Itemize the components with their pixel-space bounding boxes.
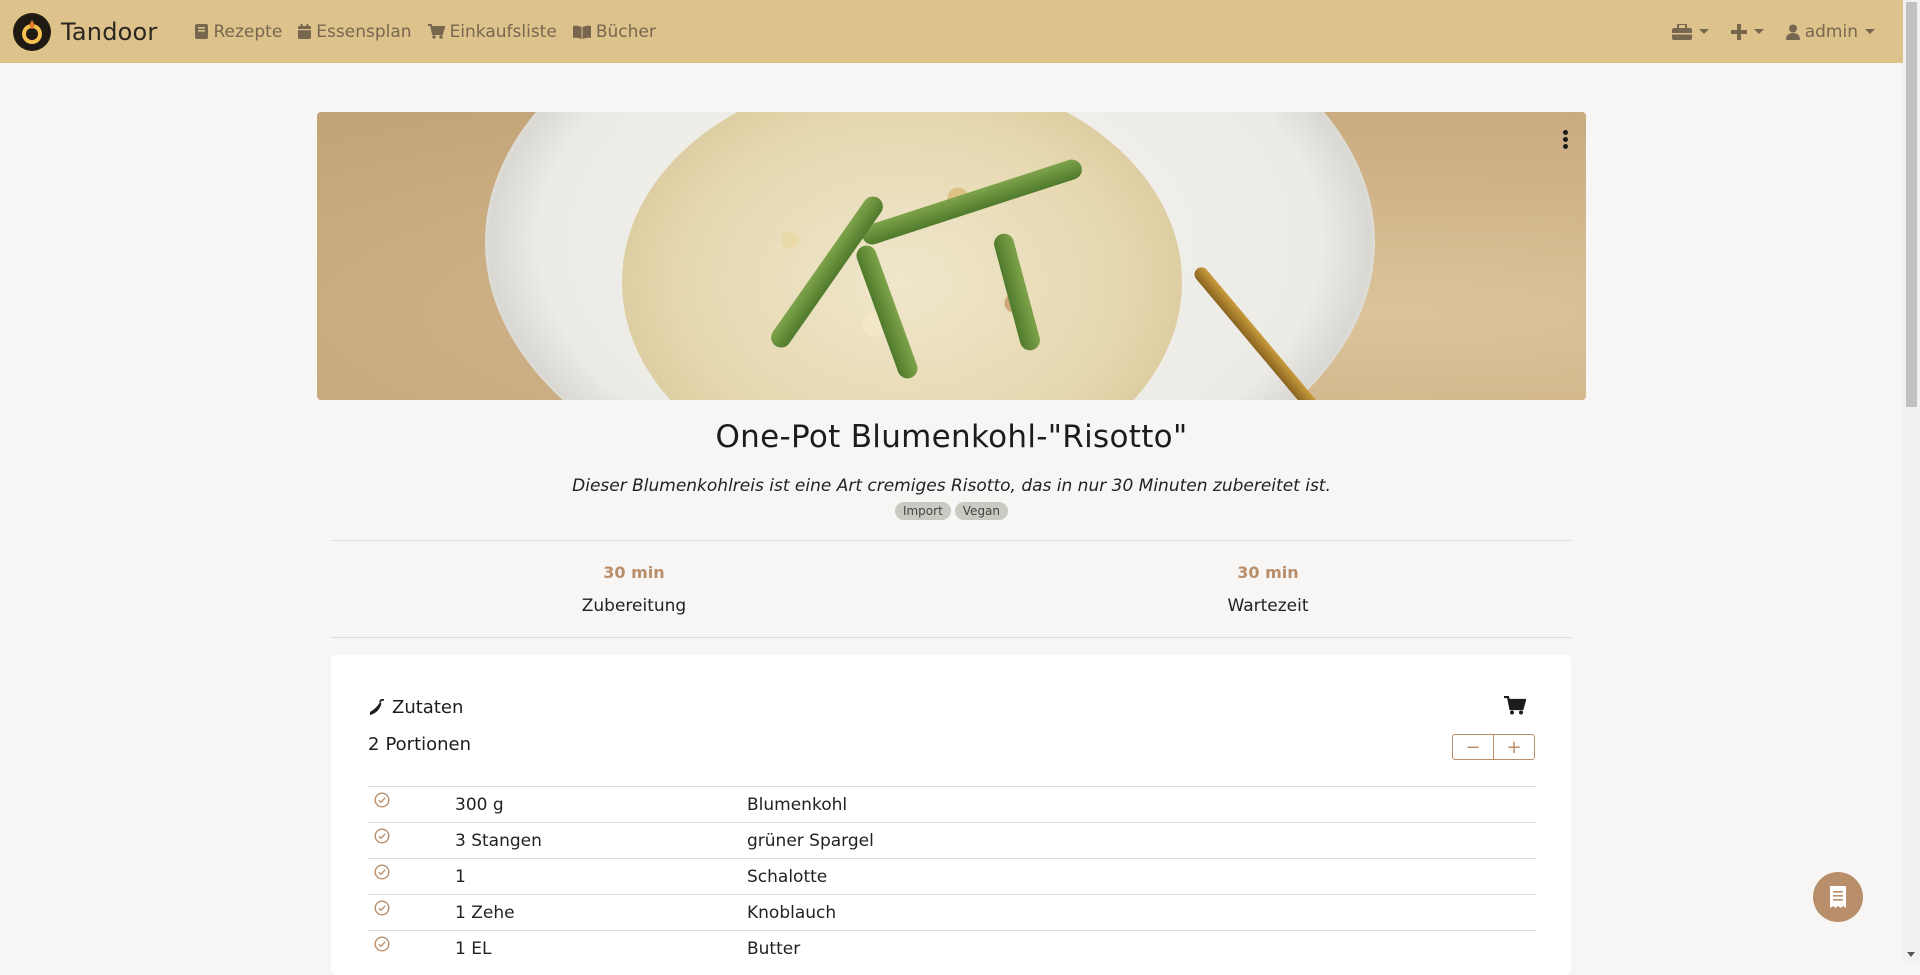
- ingredient-name: Blumenkohl: [747, 795, 848, 815]
- keyword-badge[interactable]: Import: [894, 502, 951, 520]
- decrease-portions-button[interactable]: −: [1453, 735, 1493, 759]
- check-circle-icon[interactable]: [374, 936, 390, 952]
- keyword-badge[interactable]: Vegan: [954, 502, 1009, 520]
- brand-name: Tandoor: [61, 17, 158, 46]
- ingredients-table: 300 g Blumenkohl 3 Stangen grüner Sparge…: [368, 786, 1536, 966]
- nav-recipes-link[interactable]: Rezepte: [195, 22, 282, 42]
- nav-mealplan-label: Essensplan: [316, 21, 412, 42]
- ingredient-amount: 3 Stangen: [455, 831, 542, 851]
- table-row: 1 Zehe Knoblauch: [368, 894, 1536, 930]
- vertical-dots-icon: [1563, 130, 1568, 135]
- portions-display: 2 Portionen: [368, 734, 477, 755]
- divider: [331, 540, 1571, 541]
- cart-icon: [427, 24, 445, 39]
- nav-mealplan-link[interactable]: Essensplan: [298, 21, 412, 42]
- open-book-icon: [572, 25, 591, 39]
- nav-shopping-link[interactable]: Einkaufsliste: [427, 21, 557, 42]
- calendar-icon: [298, 24, 312, 39]
- portions-count: 2: [368, 734, 380, 755]
- recipe-image: [317, 112, 1586, 400]
- pepper-icon: [370, 698, 385, 715]
- book-icon: [195, 24, 209, 39]
- chevron-down-icon: [1865, 29, 1875, 34]
- waiting-time: 30 min Wartezeit: [1118, 563, 1418, 616]
- preparation-time-label: Zubereitung: [581, 596, 687, 616]
- waiting-time-label: Wartezeit: [1227, 596, 1309, 616]
- scroll-down-arrow-icon[interactable]: [1907, 952, 1915, 957]
- ingredient-amount: 1 EL: [455, 939, 492, 959]
- table-row: 300 g Blumenkohl: [368, 786, 1536, 822]
- keyword-list: Import Vegan: [317, 502, 1586, 520]
- ingredient-name: Butter: [747, 939, 801, 959]
- ingredient-amount: 1: [455, 867, 466, 887]
- floating-action-button[interactable]: [1813, 872, 1863, 922]
- recipe-context-menu-button[interactable]: [1563, 128, 1568, 151]
- scrollbar-thumb[interactable]: [1906, 2, 1917, 407]
- add-to-shopping-button[interactable]: [1504, 695, 1527, 719]
- ingredient-name: Knoblauch: [747, 903, 837, 923]
- check-circle-icon[interactable]: [374, 828, 390, 844]
- user-dropdown[interactable]: admin: [1785, 21, 1875, 42]
- brand-link[interactable]: Tandoor: [13, 12, 158, 51]
- nav-books-label: Bücher: [595, 21, 656, 42]
- portions-stepper: − +: [1452, 734, 1535, 760]
- table-row: 3 Stangen grüner Spargel: [368, 822, 1536, 858]
- ingredients-heading-label: Zutaten: [392, 697, 464, 718]
- ingredient-name: Schalotte: [747, 867, 828, 887]
- nav-shopping-label: Einkaufsliste: [449, 21, 557, 42]
- check-circle-icon[interactable]: [374, 900, 390, 916]
- tandoor-logo-icon: [13, 12, 51, 51]
- cart-icon: [1504, 695, 1527, 715]
- plus-icon: [1730, 23, 1747, 40]
- user-icon: [1785, 24, 1800, 40]
- ingredient-amount: 1 Zehe: [455, 903, 515, 923]
- table-row: 1 Schalotte: [368, 858, 1536, 894]
- ingredient-amount: 300 g: [455, 795, 504, 815]
- chevron-down-icon: [1753, 29, 1764, 34]
- preparation-time-value: 30 min: [603, 563, 665, 582]
- increase-portions-button[interactable]: +: [1493, 735, 1534, 759]
- user-name: admin: [1804, 21, 1858, 42]
- portions-label: Portionen: [385, 734, 472, 755]
- nav-books-link[interactable]: Bücher: [572, 21, 656, 42]
- preparation-time: 30 min Zubereitung: [484, 563, 784, 616]
- recipe-title: One-Pot Blumenkohl-"Risotto": [715, 419, 1188, 455]
- chevron-down-icon: [1698, 29, 1709, 34]
- check-circle-icon[interactable]: [374, 864, 390, 880]
- divider: [331, 637, 1571, 638]
- top-navbar: Tandoor Rezepte Essensplan Einkaufsliste…: [0, 0, 1903, 63]
- tools-dropdown[interactable]: [1671, 23, 1709, 40]
- waiting-time-value: 30 min: [1237, 563, 1299, 582]
- ingredient-name: grüner Spargel: [747, 831, 874, 851]
- nav-recipes-label: Rezepte: [213, 21, 283, 42]
- recipe-description: Dieser Blumenkohlreis ist eine Art cremi…: [572, 476, 1331, 496]
- receipt-icon: [1830, 886, 1846, 908]
- ingredients-card: Zutaten 2 Portionen − + 300 g Blumenkohl …: [331, 655, 1571, 975]
- check-circle-icon[interactable]: [374, 792, 390, 808]
- add-dropdown[interactable]: [1730, 23, 1764, 40]
- toolbox-icon: [1671, 23, 1692, 40]
- ingredients-heading: Zutaten: [368, 697, 463, 718]
- page-scrollbar[interactable]: [1903, 0, 1920, 961]
